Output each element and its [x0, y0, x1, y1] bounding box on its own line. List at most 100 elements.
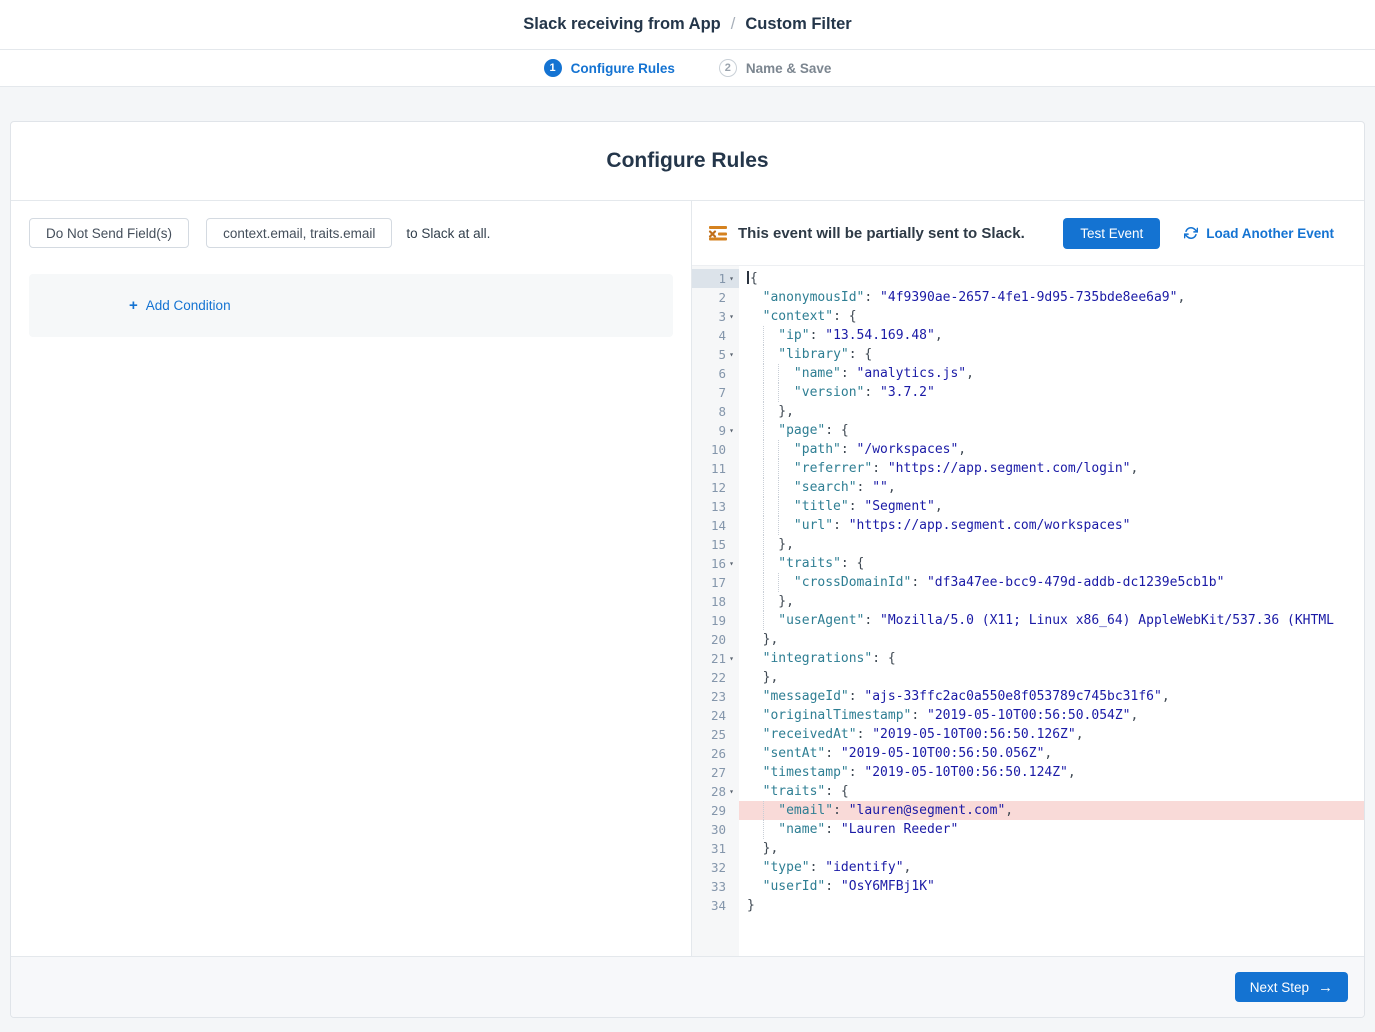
gutter-line-number: 20 — [692, 630, 739, 649]
gutter-line-number: 34 — [692, 896, 739, 915]
stepper: 1 Configure Rules 2 Name & Save — [0, 50, 1375, 87]
gutter-line-number: 6 — [692, 364, 739, 383]
code-line[interactable]: "referrer": "https://app.segment.com/log… — [739, 459, 1364, 478]
gutter-line-number: 4 — [692, 326, 739, 345]
test-event-button[interactable]: Test Event — [1063, 218, 1160, 249]
gutter-line-number: 19 — [692, 611, 739, 630]
event-preview-panel: This event will be partially sent to Sla… — [691, 201, 1364, 956]
code-line[interactable]: "userAgent": "Mozilla/5.0 (X11; Linux x8… — [739, 611, 1364, 630]
code-line[interactable]: }, — [739, 535, 1364, 554]
event-preview-header: This event will be partially sent to Sla… — [692, 201, 1364, 265]
step-2-circle: 2 — [719, 59, 737, 77]
code-line[interactable]: }, — [739, 592, 1364, 611]
code-line[interactable]: "sentAt": "2019-05-10T00:56:50.056Z", — [739, 744, 1364, 763]
code-line[interactable]: }, — [739, 668, 1364, 687]
code-line[interactable]: "url": "https://app.segment.com/workspac… — [739, 516, 1364, 535]
code-line[interactable]: "search": "", — [739, 478, 1364, 497]
code-line[interactable]: "title": "Segment", — [739, 497, 1364, 516]
code-line[interactable]: "name": "Lauren Reeder" — [739, 820, 1364, 839]
fold-arrow-icon[interactable]: ▾ — [726, 307, 737, 326]
gutter-line-number: 29 — [692, 801, 739, 820]
refresh-icon — [1184, 226, 1198, 240]
code-line[interactable]: "ip": "13.54.169.48", — [739, 326, 1364, 345]
json-event-editor[interactable]: 1▾23▾45▾6789▾10111213141516▾1718192021▾2… — [692, 265, 1364, 956]
step-name-and-save[interactable]: 2 Name & Save — [719, 59, 832, 77]
add-condition-box: + Add Condition — [29, 274, 673, 337]
configure-rules-card: Configure Rules Do Not Send Field(s) con… — [10, 121, 1365, 1018]
gutter-line-number: 24 — [692, 706, 739, 725]
rule-config-panel: Do Not Send Field(s) context.email, trai… — [11, 201, 691, 956]
text-cursor — [747, 271, 749, 284]
code-line[interactable]: "path": "/workspaces", — [739, 440, 1364, 459]
gutter-line-number: 30 — [692, 820, 739, 839]
event-status-text: This event will be partially sent to Sla… — [738, 225, 1063, 242]
code-line[interactable]: "library": { — [739, 345, 1364, 364]
code-line[interactable]: "type": "identify", — [739, 858, 1364, 877]
code-line[interactable]: "name": "analytics.js", — [739, 364, 1364, 383]
gutter-line-number: 15 — [692, 535, 739, 554]
editor-code-area[interactable]: {"anonymousId": "4f9390ae-2657-4fe1-9d95… — [739, 266, 1364, 956]
gutter-line-number: 32 — [692, 858, 739, 877]
editor-gutter: 1▾23▾45▾6789▾10111213141516▾1718192021▾2… — [692, 266, 739, 956]
gutter-line-number: 18 — [692, 592, 739, 611]
gutter-line-number: 10 — [692, 440, 739, 459]
code-line[interactable]: "crossDomainId": "df3a47ee-bcc9-479d-add… — [739, 573, 1364, 592]
code-line[interactable]: } — [739, 896, 1364, 915]
gutter-line-number: 5▾ — [692, 345, 739, 364]
fold-arrow-icon[interactable]: ▾ — [726, 554, 737, 573]
fold-arrow-icon[interactable]: ▾ — [726, 269, 737, 288]
fold-arrow-icon[interactable]: ▾ — [726, 649, 737, 668]
gutter-line-number: 14 — [692, 516, 739, 535]
code-line[interactable]: }, — [739, 402, 1364, 421]
code-line[interactable]: "anonymousId": "4f9390ae-2657-4fe1-9d95-… — [739, 288, 1364, 307]
gutter-line-number: 31 — [692, 839, 739, 858]
step-configure-rules[interactable]: 1 Configure Rules — [544, 59, 675, 77]
code-line[interactable]: "email": "lauren@segment.com", — [739, 801, 1364, 820]
fold-arrow-icon[interactable]: ▾ — [726, 782, 737, 801]
code-line[interactable]: "page": { — [739, 421, 1364, 440]
next-step-button[interactable]: Next Step → — [1235, 972, 1348, 1002]
gutter-line-number: 16▾ — [692, 554, 739, 573]
code-line[interactable]: "timestamp": "2019-05-10T00:56:50.124Z", — [739, 763, 1364, 782]
code-line[interactable]: "traits": { — [739, 782, 1364, 801]
breadcrumb-destination[interactable]: Slack receiving from App — [523, 15, 720, 34]
gutter-line-number: 11 — [692, 459, 739, 478]
code-line[interactable]: "integrations": { — [739, 649, 1364, 668]
field-action-button[interactable]: Do Not Send Field(s) — [29, 218, 189, 248]
breadcrumb-current-page: Custom Filter — [745, 15, 851, 34]
fields-value-button[interactable]: context.email, traits.email — [206, 218, 392, 248]
step-1-label: Configure Rules — [571, 61, 675, 76]
gutter-line-number: 33 — [692, 877, 739, 896]
gutter-line-number: 28▾ — [692, 782, 739, 801]
code-line[interactable]: "messageId": "ajs-33ffc2ac0a550e8f053789… — [739, 687, 1364, 706]
gutter-line-number: 8 — [692, 402, 739, 421]
step-2-label: Name & Save — [746, 61, 832, 76]
breadcrumb: Slack receiving from App / Custom Filter — [523, 15, 851, 34]
load-another-event-button[interactable]: Load Another Event — [1184, 226, 1334, 241]
fold-arrow-icon[interactable]: ▾ — [726, 421, 737, 440]
gutter-line-number: 1▾ — [692, 269, 739, 288]
rule-suffix-text: to Slack at all. — [406, 226, 490, 241]
gutter-line-number: 7 — [692, 383, 739, 402]
code-line[interactable]: }, — [739, 839, 1364, 858]
card-footer: Next Step → — [11, 956, 1364, 1017]
page-header: Slack receiving from App / Custom Filter — [0, 0, 1375, 50]
code-line[interactable]: "originalTimestamp": "2019-05-10T00:56:5… — [739, 706, 1364, 725]
code-line[interactable]: "context": { — [739, 307, 1364, 326]
add-condition-button[interactable]: + Add Condition — [129, 297, 231, 314]
gutter-line-number: 21▾ — [692, 649, 739, 668]
add-condition-label: Add Condition — [146, 298, 231, 313]
code-line[interactable]: "receivedAt": "2019-05-10T00:56:50.126Z"… — [739, 725, 1364, 744]
code-line[interactable]: }, — [739, 630, 1364, 649]
gutter-line-number: 25 — [692, 725, 739, 744]
fold-arrow-icon[interactable]: ▾ — [726, 345, 737, 364]
gutter-line-number: 23 — [692, 687, 739, 706]
gutter-line-number: 22 — [692, 668, 739, 687]
code-line[interactable]: { — [739, 269, 1364, 288]
gutter-line-number: 17 — [692, 573, 739, 592]
arrow-right-icon: → — [1318, 979, 1333, 996]
code-line[interactable]: "version": "3.7.2" — [739, 383, 1364, 402]
gutter-line-number: 12 — [692, 478, 739, 497]
code-line[interactable]: "traits": { — [739, 554, 1364, 573]
code-line[interactable]: "userId": "OsY6MFBj1K" — [739, 877, 1364, 896]
